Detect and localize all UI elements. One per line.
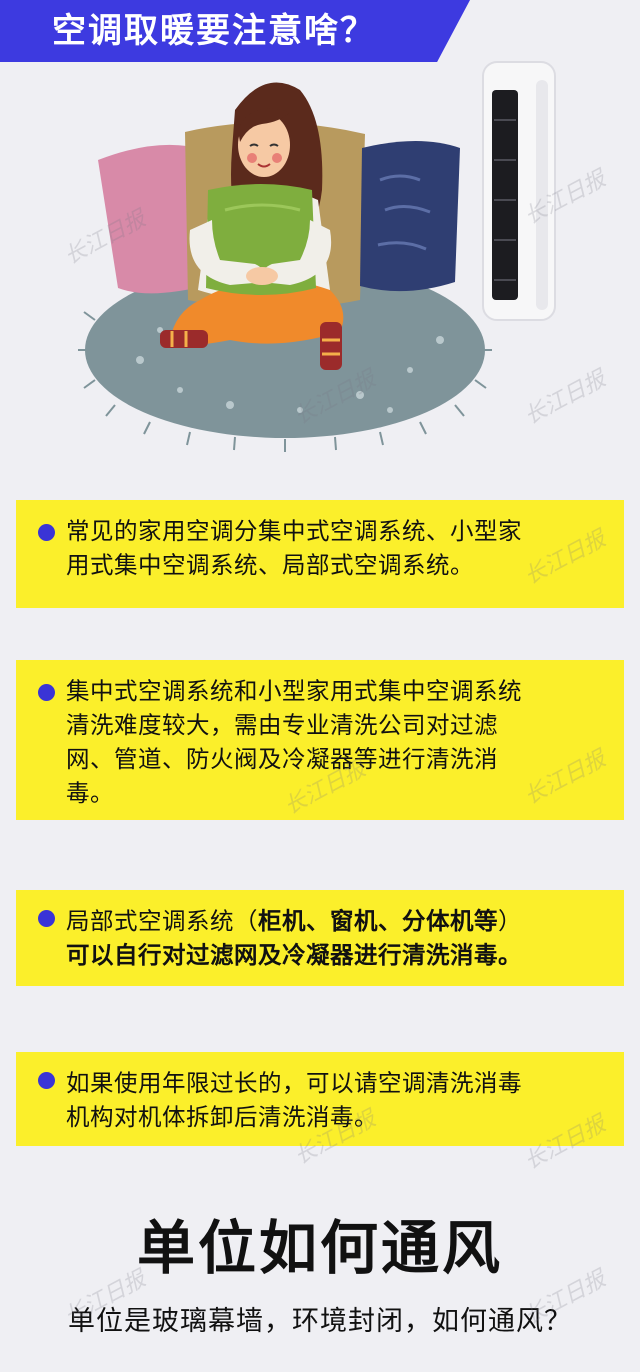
bullet-dot-icon [38,684,55,701]
section-title: 单位如何通风 [136,1214,503,1282]
card-3-line-2-bold: 可以自行对过滤网及冷凝器进行清洗消毒。 [66,941,522,969]
card-4-line-2: 机构对机体拆卸后清洗消毒。 [66,1103,378,1131]
air-conditioner-icon [482,61,556,321]
section-subtitle: 单位是玻璃幕墙，环境封闭，如何通风？ [68,1306,572,1337]
card-4-line-1: 如果使用年限过长的，可以请空调清洗消毒 [66,1069,522,1097]
card-3-line-1-bold: 柜机、窗机、分体机等 [258,907,498,935]
card-3-line-1: 局部式空调系统（柜机、窗机、分体机等） [66,904,610,938]
bullet-dot-icon [38,910,55,927]
card-2-line-1: 集中式空调系统和小型家用式集中空调系统 [66,677,522,705]
info-card-4: 如果使用年限过长的，可以请空调清洗消毒 机构对机体拆卸后清洗消毒。 [16,1052,624,1146]
card-3-line-2: 可以自行对过滤网及冷凝器进行清洗消毒。 [66,938,610,972]
card-2-line-3: 网、管道、防火阀及冷凝器等进行清洗消 [66,745,498,773]
bullet-dot-icon [38,524,55,541]
card-3-line-1-end: ） [498,907,522,935]
card-2-line-2: 清洗难度较大，需由专业清洗公司对过滤 [66,711,498,739]
card-3-line-1-plain: 局部式空调系统（ [66,907,258,935]
card-1-line-2: 用式集中空调系统、局部式空调系统。 [66,551,474,579]
card-2-line-4: 毒。 [66,779,114,807]
page-title: 空调取暖要注意啥？ [52,11,376,51]
info-card-2: 集中式空调系统和小型家用式集中空调系统 清洗难度较大，需由专业清洗公司对过滤 网… [16,660,624,820]
info-card-3: 局部式空调系统（柜机、窗机、分体机等） 可以自行对过滤网及冷凝器进行清洗消毒。 [16,890,624,986]
card-1-line-1: 常见的家用空调分集中式空调系统、小型家 [66,517,522,545]
woman-with-pillows-illustration [78,61,556,452]
info-card-1: 常见的家用空调分集中式空调系统、小型家 用式集中空调系统、局部式空调系统。 [16,500,624,608]
bullet-dot-icon [38,1072,55,1089]
